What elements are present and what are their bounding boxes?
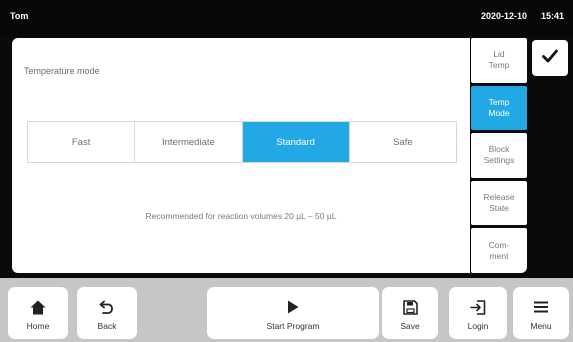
login-icon bbox=[470, 299, 486, 315]
back-label: Back bbox=[97, 321, 117, 331]
checkmark-icon bbox=[542, 49, 558, 68]
tab-label-line2: Temp bbox=[488, 60, 510, 71]
tab-comment[interactable]: Com-ment bbox=[471, 228, 527, 273]
tab-temp-mode[interactable]: Temp Mode bbox=[471, 85, 527, 131]
recommendation-text: Recommended for reaction volumes 20 µL –… bbox=[145, 211, 337, 221]
tab-block-settings[interactable]: Block Settings bbox=[471, 133, 527, 178]
save-button[interactable]: Save bbox=[382, 287, 438, 339]
temperature-mode-panel: Temperature mode Fast Intermediate Stand… bbox=[12, 38, 470, 273]
menu-label: Menu bbox=[530, 321, 552, 331]
login-label: Login bbox=[467, 321, 489, 331]
mode-option-standard[interactable]: Standard bbox=[242, 122, 350, 162]
login-button[interactable]: Login bbox=[449, 287, 507, 339]
mode-option-safe[interactable]: Safe bbox=[350, 122, 456, 162]
tab-label-line2: ment bbox=[489, 250, 509, 261]
tab-label-line1: Lid bbox=[493, 49, 505, 60]
user-name: Tom bbox=[10, 11, 29, 21]
temperature-mode-selector: Fast Intermediate Standard Safe bbox=[27, 121, 457, 163]
tab-label-line1: Release bbox=[483, 192, 515, 203]
menu-button[interactable]: Menu bbox=[513, 287, 569, 339]
tab-label-line2: Settings bbox=[483, 155, 515, 166]
tab-release-state[interactable]: Release State bbox=[471, 180, 527, 226]
back-arrow-icon bbox=[99, 299, 115, 315]
mode-option-intermediate[interactable]: Intermediate bbox=[135, 122, 243, 162]
back-button[interactable]: Back bbox=[77, 287, 137, 339]
mode-option-fast[interactable]: Fast bbox=[28, 122, 136, 162]
home-label: Home bbox=[26, 321, 50, 331]
confirm-button[interactable] bbox=[532, 40, 568, 76]
side-tab-list: Lid Temp Temp Mode Block Settings Release St… bbox=[471, 38, 527, 273]
home-button[interactable]: Home bbox=[8, 287, 68, 339]
play-icon bbox=[287, 299, 299, 315]
tab-label-line1: Com- bbox=[488, 239, 510, 250]
start-program-label: Start Program bbox=[266, 321, 320, 331]
tab-label-line2: State bbox=[489, 203, 509, 214]
tab-label-line1: Block bbox=[488, 144, 510, 155]
tab-lid-temp[interactable]: Lid Temp bbox=[471, 38, 527, 83]
tab-label-line1: Temp bbox=[488, 96, 510, 107]
date-display: 2020-12-10 bbox=[481, 11, 528, 21]
panel-title: Temperature mode bbox=[24, 66, 100, 76]
save-label: Save bbox=[400, 321, 420, 331]
hamburger-menu-icon bbox=[534, 299, 548, 315]
save-icon bbox=[402, 299, 418, 315]
status-bar: Tom 2020-12-10 15:41 bbox=[0, 0, 573, 34]
home-icon bbox=[30, 299, 46, 315]
tab-label-line2: Mode bbox=[488, 107, 510, 118]
time-display: 15:41 bbox=[541, 11, 565, 21]
start-program-button[interactable]: Start Program bbox=[207, 287, 379, 339]
